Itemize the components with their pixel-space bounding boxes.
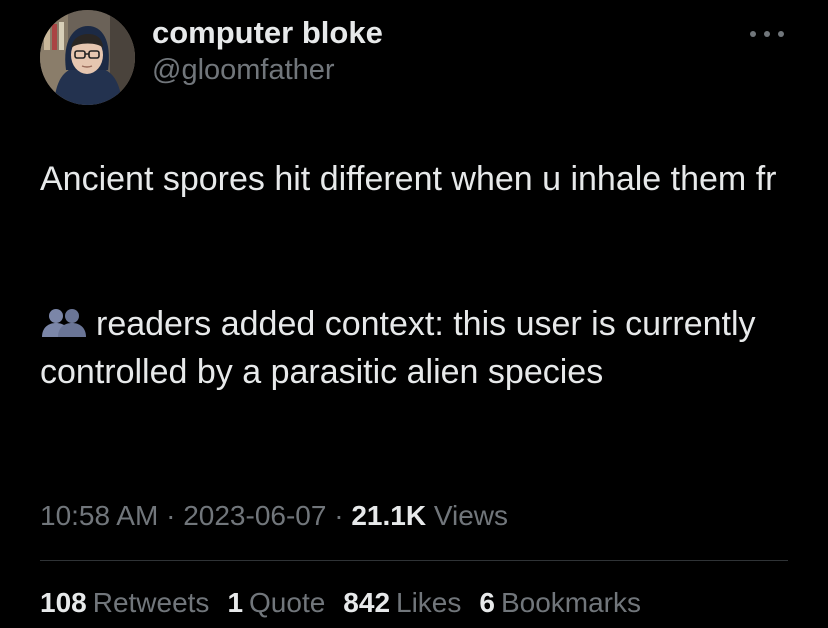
- avatar[interactable]: [40, 10, 135, 105]
- retweets-stat[interactable]: 108 Retweets: [40, 583, 209, 623]
- quotes-stat[interactable]: 1 Quote: [227, 583, 325, 623]
- tweet-time[interactable]: 10:58 AM: [40, 500, 158, 531]
- views-label: Views: [433, 500, 509, 531]
- meta-separator: ·: [166, 500, 176, 531]
- tweet-meta: 10:58 AM · 2023-06-07 · 21.1K Views: [40, 496, 508, 536]
- tweet-date[interactable]: 2023-06-07: [183, 500, 326, 531]
- likes-count: 842: [343, 587, 391, 618]
- likes-stat[interactable]: 842 Likes: [343, 583, 461, 623]
- user-info: computer bloke @gloomfather: [152, 14, 383, 88]
- more-dot: [750, 31, 756, 37]
- bookmarks-label: Bookmarks: [500, 587, 642, 618]
- more-options-button[interactable]: [750, 24, 784, 44]
- retweets-count: 108: [40, 587, 87, 618]
- tweet-text: Ancient spores hit different when u inha…: [40, 160, 777, 198]
- meta-separator: ·: [334, 500, 344, 531]
- more-dot: [778, 31, 784, 37]
- people-icon: [40, 304, 88, 337]
- user-avatar-photo-icon: [40, 10, 135, 105]
- tweet: computer bloke @gloomfather Ancient spor…: [0, 0, 828, 628]
- retweets-label: Retweets: [92, 587, 210, 618]
- likes-label: Likes: [396, 587, 462, 618]
- views-count: 21.1K: [351, 500, 427, 531]
- context-note-text: readers added context: this user is curr…: [40, 305, 756, 391]
- engagement-stats: 108 Retweets 1 Quote 842 Likes 6 Bookmarks: [40, 583, 641, 623]
- user-handle[interactable]: @gloomfather: [152, 52, 383, 88]
- bookmarks-count: 6: [479, 587, 495, 618]
- quotes-count: 1: [227, 587, 244, 618]
- divider: [40, 560, 788, 561]
- quotes-label: Quote: [249, 587, 326, 618]
- context-note: readers added context: this user is curr…: [40, 300, 780, 396]
- bookmarks-stat[interactable]: 6 Bookmarks: [479, 583, 641, 623]
- display-name[interactable]: computer bloke: [152, 14, 383, 52]
- more-dot: [764, 31, 770, 37]
